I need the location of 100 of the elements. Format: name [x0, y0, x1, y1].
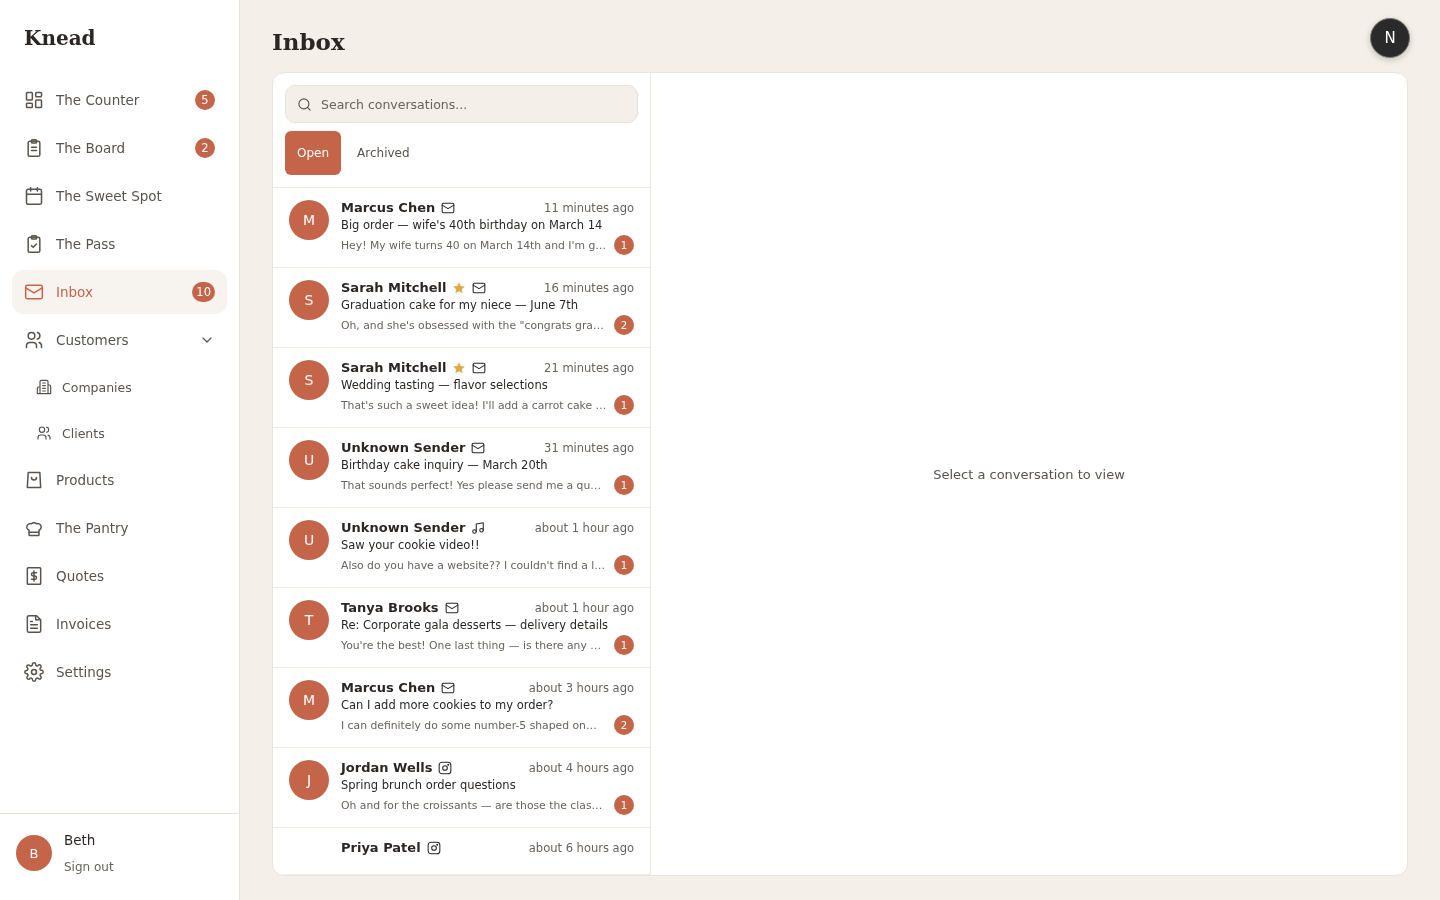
filter-tab[interactable]: Archived [345, 131, 422, 175]
conversation-item[interactable]: Priya Patel about 6 hours ago [273, 828, 650, 875]
subject-line: Saw your cookie video!! [341, 538, 481, 552]
clipboard-check-icon [24, 234, 44, 254]
envelope-icon [441, 680, 456, 695]
message-preview: I can definitely do some number-5 shaped on… [341, 718, 598, 732]
sender-name: Marcus Chen [341, 680, 436, 695]
subject-line: Spring brunch order questions [341, 778, 517, 792]
camera-icon [426, 840, 441, 855]
page-title: Inbox [272, 27, 345, 55]
count-badge: 2 [195, 138, 215, 158]
unread-badge: 2 [614, 315, 634, 335]
nav-item[interactable]: Settings [12, 650, 227, 694]
conversation-item[interactable]: U Unknown Sender 31 minutes ago Birthday cake inquiry — March 20th That sounds perfect! Yes please send me a qu… 1 [273, 428, 650, 508]
conversation-item[interactable]: J Jordan Wells about 4 hours ago Spring brunch order questions Oh and for the croissants — are those the clas… 1 [273, 748, 650, 828]
envelope-icon [472, 360, 487, 375]
conversation-item[interactable]: U Unknown Sender about 1 hour ago Saw your cookie video!! Also do you have a website?? I couldn't find a l… 1 [273, 508, 650, 588]
camera-icon [438, 760, 453, 775]
people-icon [24, 330, 44, 350]
timestamp: 21 minutes ago [544, 360, 634, 375]
sender-name: Tanya Brooks [341, 600, 439, 615]
count-badge: 5 [195, 90, 215, 110]
timestamp: about 4 hours ago [528, 760, 634, 775]
message-preview: Also do you have a website?? I couldn't find a l… [341, 558, 606, 572]
nav-item[interactable]: The Board 2 [12, 126, 227, 170]
envelope-icon [472, 280, 487, 295]
count-badge: 10 [192, 282, 215, 302]
message-preview: Oh and for the croissants — are those the clas… [341, 798, 604, 812]
empty-state-text: Select a conversation to view [933, 466, 1125, 482]
music-note-icon [471, 520, 486, 535]
sender-name: Unknown Sender [341, 440, 466, 455]
nav-item[interactable]: The Sweet Spot [12, 174, 227, 218]
bag-icon [24, 470, 44, 490]
conversation-item[interactable]: T Tanya Brooks about 1 hour ago Re: Corporate gala desserts — delivery details You're the best! One last thing — is there any … 1 [273, 588, 650, 668]
message-preview: Hey! My wife turns 40 on March 14th and I'm g… [341, 238, 608, 252]
timestamp: about 1 hour ago [534, 600, 634, 615]
calendar-icon [24, 186, 44, 206]
timestamp: 16 minutes ago [544, 280, 634, 295]
grid-icon [24, 90, 44, 110]
unread-badge: 2 [614, 715, 634, 735]
sender-name: Jordan Wells [341, 760, 433, 775]
search-field[interactable]: Search conversations... [285, 85, 638, 123]
dollar-receipt-icon [24, 566, 44, 586]
nav-item[interactable]: Products [12, 458, 227, 502]
building-icon [36, 379, 52, 395]
sender-avatar: J [289, 760, 329, 800]
unread-badge: 1 [614, 235, 634, 255]
conversation-item[interactable]: M Marcus Chen 11 minutes ago Big order — wife's 40th birthday on March 14 Hey! My wife turns 40 on March 14th and I'm g… 1 [273, 188, 650, 268]
sender-avatar: T [289, 600, 329, 640]
timestamp: about 1 hour ago [534, 520, 634, 535]
conversation-item[interactable]: S Sarah Mitchell 21 minutes ago Wedding tasting — flavor selections That's such a sweet idea! I'll add a carrot cake … 1 [273, 348, 650, 428]
nav-item[interactable]: The Pass [12, 222, 227, 266]
envelope-icon [471, 440, 486, 455]
sender-avatar: S [289, 360, 329, 400]
sender-avatar: M [289, 200, 329, 240]
submenu-item[interactable]: Companies [12, 366, 227, 408]
account-avatar[interactable]: N [1370, 18, 1410, 58]
subject-line: Graduation cake for my niece — June 7th [341, 298, 580, 312]
subject-line: Can I add more cookies to my order? [341, 698, 555, 712]
timestamp: 11 minutes ago [544, 200, 634, 215]
sender-name: Marcus Chen [341, 200, 436, 215]
sign-out-link[interactable]: Sign out [64, 860, 114, 874]
envelope-icon [24, 282, 44, 302]
subject-line: Birthday cake inquiry — March 20th [341, 458, 549, 472]
message-preview: That sounds perfect! Yes please send me a qu… [341, 478, 603, 492]
envelope-icon [441, 200, 456, 215]
conversation-item[interactable]: S Sarah Mitchell 16 minutes ago Graduation cake for my niece — June 7th Oh, and she's obsessed with the "congrats gra… 2 [273, 268, 650, 348]
message-preview: That's such a sweet idea! I'll add a carrot cake … [341, 398, 608, 412]
message-preview: You're the best! One last thing — is there any … [341, 638, 602, 652]
sender-avatar: U [289, 520, 329, 560]
sender-name: Sarah Mitchell [341, 280, 447, 295]
submenu-item[interactable]: Clients [12, 412, 227, 454]
subject-line: Re: Corporate gala desserts — delivery details [341, 618, 610, 632]
nav-item[interactable]: The Pantry [12, 506, 227, 550]
timestamp: about 6 hours ago [528, 840, 634, 855]
subject-line: Wedding tasting — flavor selections [341, 378, 549, 392]
unread-badge: 1 [614, 475, 634, 495]
nav-item[interactable]: Inbox 10 [12, 270, 227, 314]
sender-avatar: U [289, 440, 329, 480]
message-preview: Oh, and she's obsessed with the "congrats gra… [341, 318, 605, 332]
sender-name: Sarah Mitchell [341, 360, 447, 375]
unread-badge: 1 [614, 635, 634, 655]
nav-item[interactable]: Invoices [12, 602, 227, 646]
nav-item[interactable]: The Counter 5 [12, 78, 227, 122]
user-avatar: B [16, 835, 52, 871]
people-icon [36, 425, 52, 441]
sender-avatar: S [289, 280, 329, 320]
unread-badge: 1 [614, 395, 634, 415]
conversation-item[interactable]: M Marcus Chen about 3 hours ago Can I add more cookies to my order? I can definitely do some number-5 shaped on… 2 [273, 668, 650, 748]
brand-logo: Knead [23, 25, 97, 52]
envelope-icon [444, 600, 459, 615]
document-icon [24, 614, 44, 634]
settings-icon [24, 662, 44, 682]
clipboard-icon [24, 138, 44, 158]
nav-item[interactable]: Quotes [12, 554, 227, 598]
subject-line: Big order — wife's 40th birthday on March 14 [341, 218, 604, 232]
sender-name: Unknown Sender [341, 520, 466, 535]
timestamp: about 3 hours ago [528, 680, 634, 695]
nav-item[interactable]: Customers [12, 318, 227, 362]
filter-tab[interactable]: Open [285, 131, 342, 175]
